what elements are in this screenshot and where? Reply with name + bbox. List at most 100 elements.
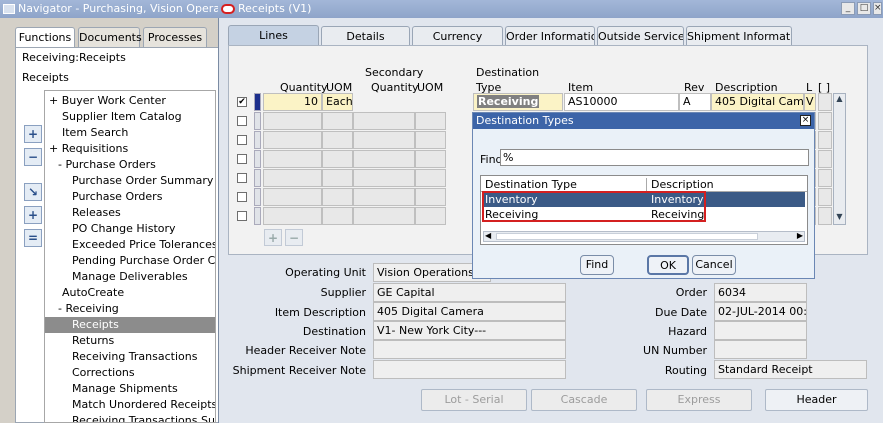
grid-cell[interactable] bbox=[818, 188, 832, 206]
tree-item[interactable]: - Purchase Orders bbox=[45, 157, 215, 173]
grid-cell[interactable] bbox=[353, 188, 415, 206]
expand-branch-icon[interactable]: ↘ bbox=[24, 183, 42, 201]
grid-cell[interactable] bbox=[818, 93, 832, 111]
cascade-button[interactable]: Cascade bbox=[531, 389, 637, 411]
tree-item[interactable]: - Receiving bbox=[45, 301, 215, 317]
header-button[interactable]: Header bbox=[765, 389, 868, 411]
grid-cell[interactable] bbox=[818, 169, 832, 187]
grid-cell[interactable] bbox=[263, 112, 322, 130]
grid-cell[interactable] bbox=[322, 112, 353, 130]
grid-cell[interactable] bbox=[263, 131, 322, 149]
line-select-checkbox[interactable] bbox=[237, 173, 247, 183]
tree-item[interactable]: Corrections bbox=[45, 365, 215, 381]
tree-item[interactable]: Item Search bbox=[45, 125, 215, 141]
lines-scrollbar[interactable]: ▲ ▼ bbox=[833, 93, 846, 225]
shipment-receiver-note-field[interactable] bbox=[373, 360, 566, 379]
tree-item[interactable]: + Requisitions bbox=[45, 141, 215, 157]
grid-cell[interactable] bbox=[415, 188, 446, 206]
tree-item[interactable]: + Buyer Work Center bbox=[45, 93, 215, 109]
scroll-left-icon[interactable]: ◀ bbox=[485, 231, 491, 240]
order-field[interactable]: 6034 bbox=[714, 283, 807, 302]
quantity-cell[interactable]: 10 bbox=[263, 93, 322, 111]
line-select-checkbox[interactable] bbox=[237, 135, 247, 145]
destination-type-cell[interactable]: Receiving bbox=[473, 93, 563, 111]
express-button[interactable]: Express bbox=[646, 389, 752, 411]
line-select-checkbox[interactable]: ✔ bbox=[237, 97, 247, 107]
grid-cell[interactable] bbox=[263, 150, 322, 168]
line-select-checkbox[interactable] bbox=[237, 116, 247, 126]
extra-cell[interactable]: V bbox=[804, 93, 816, 111]
lov-hscrollbar[interactable]: ◀ ▶ bbox=[483, 231, 805, 242]
tree-item[interactable]: Purchase Order Summary bbox=[45, 173, 215, 189]
cancel-button[interactable]: Cancel bbox=[692, 255, 736, 275]
tab-currency[interactable]: Currency bbox=[412, 26, 503, 46]
grid-cell[interactable] bbox=[353, 150, 415, 168]
grid-cell[interactable] bbox=[415, 112, 446, 130]
line-select-checkbox[interactable] bbox=[237, 154, 247, 164]
grid-cell[interactable] bbox=[353, 169, 415, 187]
collapse-all-icon[interactable]: = bbox=[24, 229, 42, 247]
tab-lines[interactable]: Lines bbox=[228, 25, 319, 47]
grid-cell[interactable] bbox=[322, 131, 353, 149]
item-description-field[interactable]: 405 Digital Camera bbox=[373, 302, 566, 321]
grid-cell[interactable] bbox=[818, 207, 832, 225]
uom-cell[interactable]: Each bbox=[322, 93, 353, 111]
grid-cell[interactable] bbox=[263, 188, 322, 206]
tab-shipment-information[interactable]: Shipment Information bbox=[686, 26, 792, 46]
remove-row-icon[interactable]: − bbox=[285, 229, 303, 246]
tab-functions[interactable]: Functions bbox=[15, 27, 75, 48]
tree-item[interactable]: Supplier Item Catalog bbox=[45, 109, 215, 125]
grid-cell[interactable] bbox=[263, 207, 322, 225]
scroll-down-icon[interactable]: ▼ bbox=[834, 212, 845, 224]
scroll-right-icon[interactable]: ▶ bbox=[797, 231, 803, 240]
tree-item[interactable]: Receiving Transactions bbox=[45, 349, 215, 365]
grid-cell[interactable] bbox=[353, 207, 415, 225]
rev-cell[interactable]: A bbox=[679, 93, 711, 111]
grid-cell[interactable] bbox=[818, 131, 832, 149]
record-indicator[interactable] bbox=[254, 150, 261, 168]
find-input[interactable]: % bbox=[500, 149, 809, 166]
grid-cell[interactable] bbox=[415, 150, 446, 168]
tree-item[interactable]: Purchase Orders bbox=[45, 189, 215, 205]
find-button[interactable]: Find bbox=[580, 255, 614, 275]
tree-item[interactable]: Receiving Transactions Summary bbox=[45, 413, 215, 422]
grid-cell[interactable] bbox=[415, 207, 446, 225]
due-date-field[interactable]: 02-JUL-2014 00:00: bbox=[714, 302, 807, 321]
tree-item[interactable]: Releases bbox=[45, 205, 215, 221]
tab-outside-services[interactable]: Outside Services bbox=[597, 26, 684, 46]
tab-details[interactable]: Details bbox=[321, 26, 410, 46]
record-indicator[interactable] bbox=[254, 188, 261, 206]
hazard-field[interactable] bbox=[714, 321, 807, 340]
tree-item[interactable]: PO Change History bbox=[45, 221, 215, 237]
grid-cell[interactable] bbox=[322, 169, 353, 187]
tab-documents[interactable]: Documents bbox=[78, 27, 142, 47]
tree-item[interactable]: Manage Deliverables bbox=[45, 269, 215, 285]
minimize-icon[interactable]: _ bbox=[841, 2, 855, 15]
ok-button[interactable]: OK bbox=[647, 255, 689, 275]
maximize-icon[interactable]: □ bbox=[857, 2, 871, 15]
grid-cell[interactable] bbox=[263, 169, 322, 187]
record-indicator[interactable] bbox=[254, 93, 261, 111]
scroll-up-icon[interactable]: ▲ bbox=[834, 94, 845, 106]
grid-cell[interactable] bbox=[322, 150, 353, 168]
un-number-field[interactable] bbox=[714, 340, 807, 359]
record-indicator[interactable] bbox=[254, 131, 261, 149]
routing-field[interactable]: Standard Receipt bbox=[714, 360, 867, 379]
grid-cell[interactable] bbox=[353, 112, 415, 130]
grid-cell[interactable] bbox=[353, 131, 415, 149]
item-cell[interactable]: AS10000 bbox=[564, 93, 679, 111]
record-indicator[interactable] bbox=[254, 169, 261, 187]
lot-serial-button[interactable]: Lot - Serial bbox=[421, 389, 527, 411]
grid-cell[interactable] bbox=[322, 188, 353, 206]
record-indicator[interactable] bbox=[254, 207, 261, 225]
line-select-checkbox[interactable] bbox=[237, 211, 247, 221]
expand-icon[interactable]: + bbox=[24, 125, 42, 143]
grid-cell[interactable] bbox=[322, 207, 353, 225]
grid-cell[interactable] bbox=[818, 150, 832, 168]
tab-processes[interactable]: Processes bbox=[143, 27, 207, 47]
dialog-close-icon[interactable]: × bbox=[800, 115, 811, 126]
tree-item[interactable]: Returns bbox=[45, 333, 215, 349]
description-cell[interactable]: 405 Digital Camera bbox=[711, 93, 804, 111]
line-select-checkbox[interactable] bbox=[237, 192, 247, 202]
close-window-icon[interactable]: × bbox=[873, 2, 882, 15]
